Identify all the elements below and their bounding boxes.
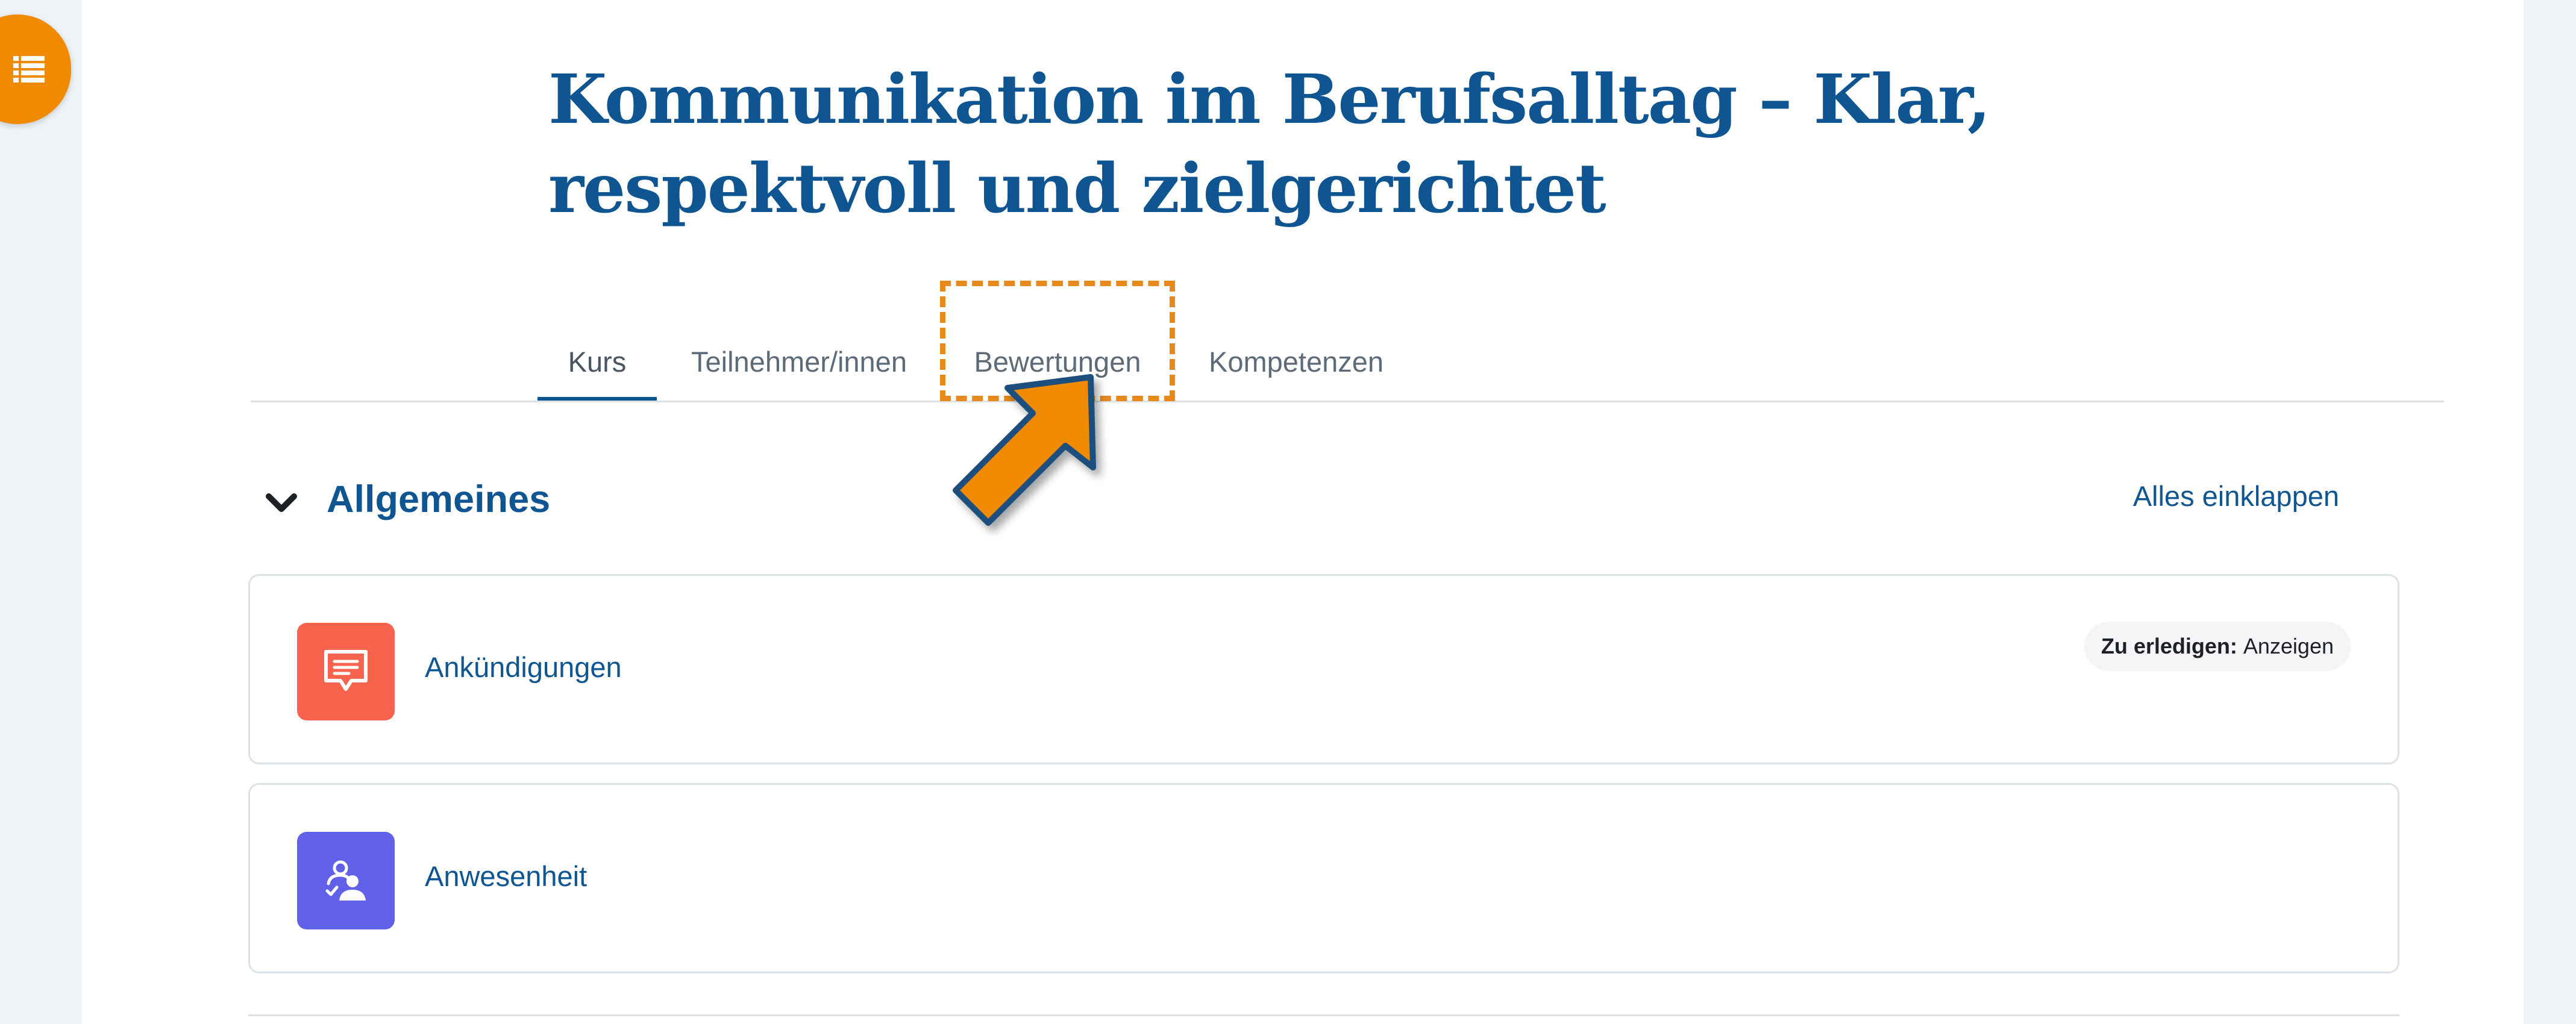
collapse-all-link[interactable]: Alles einklappen <box>2133 479 2339 513</box>
tab-teilnehmer[interactable]: Teilnehmer/innen <box>685 320 914 402</box>
forum-icon[interactable] <box>297 623 395 720</box>
list-icon <box>13 56 45 83</box>
main-content: Kommunikation im Berufsalltag – Klar, re… <box>82 0 2524 1024</box>
page-title: Kommunikation im Berufsalltag – Klar, re… <box>548 60 1991 228</box>
todo-badge[interactable]: Zu erledigen: Anzeigen <box>2084 622 2351 671</box>
section-title: Allgemeines <box>327 478 551 520</box>
tab-kompetenzen[interactable]: Kompetenzen <box>1197 320 1396 402</box>
activity-card-attendance: Anwesenheit <box>248 783 2399 973</box>
activity-link-attendance[interactable]: Anwesenheit <box>425 860 587 893</box>
activity-link-announcements[interactable]: Ankündigungen <box>425 651 622 684</box>
attendance-icon[interactable] <box>297 832 395 929</box>
pointer-arrow-icon <box>953 374 1096 526</box>
tabs-divider <box>251 401 2444 402</box>
chevron-down-icon[interactable] <box>260 482 302 524</box>
section-divider <box>248 1014 2399 1016</box>
todo-label: Zu erledigen: <box>2101 634 2237 658</box>
activity-card-announcements: Ankündigungen Zu erledigen: Anzeigen <box>248 574 2399 764</box>
todo-value: Anzeigen <box>2243 634 2334 658</box>
tab-kurs[interactable]: Kurs <box>537 320 657 402</box>
course-index-toggle[interactable] <box>0 14 71 124</box>
